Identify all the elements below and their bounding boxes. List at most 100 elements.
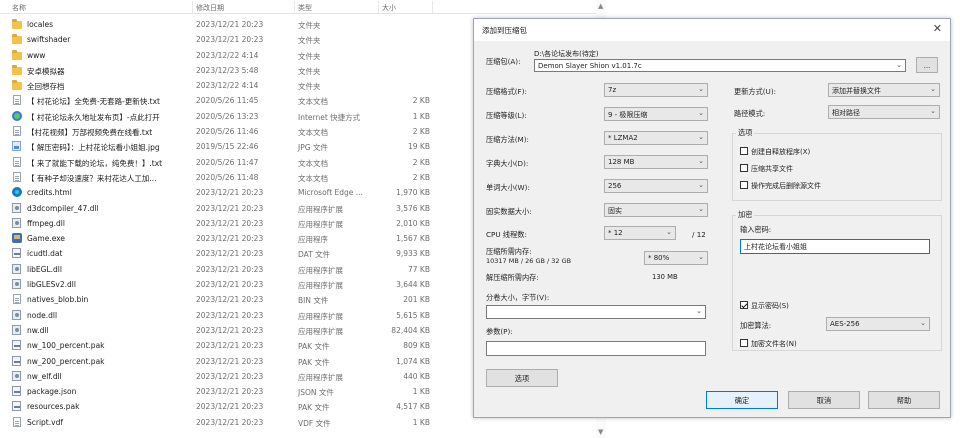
cpu-threads-label: CPU 线程数: [486, 230, 527, 239]
folder-icon [12, 19, 22, 29]
file-name: libEGL.dll [27, 264, 62, 274]
path-mode-select[interactable]: 相对路径 ⌄ [828, 105, 940, 119]
browse-button[interactable]: ... [916, 57, 938, 73]
split-volume-input[interactable]: ⌄ [486, 305, 706, 319]
level-value: 9 - 极限压缩 [608, 111, 648, 119]
chevron-down-icon: ⌄ [698, 85, 704, 93]
file-type: BIN 文件 [298, 296, 329, 306]
file-name: libGLESv2.dll [27, 280, 76, 290]
checkbox-box[interactable] [740, 147, 748, 155]
file-size: 1 KB [412, 111, 430, 121]
split-volume-label: 分卷大小，字节(V): [486, 293, 550, 302]
text-file-icon [13, 416, 21, 427]
edge-html-icon [12, 187, 22, 198]
column-size[interactable]: 大小 [382, 3, 396, 13]
file-date: 2023/12/21 20:23 [196, 203, 264, 213]
scroll-down-icon[interactable]: ▼ [598, 428, 603, 436]
file-name: Game.exe [27, 234, 66, 244]
file-type: 应用程序扩展 [298, 311, 343, 321]
parameters-input[interactable] [486, 341, 706, 356]
file-name: nw_100_percent.pak [27, 341, 105, 351]
delete-after-label: 操作完成后删除源文件 [751, 182, 821, 190]
file-date: 2020/5/26 13:23 [196, 111, 259, 121]
archive-label: 压缩包(A): [486, 57, 521, 66]
file-size: 1,074 KB [396, 356, 430, 366]
update-mode-select[interactable]: 添加并替换文件 ⌄ [828, 83, 940, 97]
path-mode-label: 路径模式: [734, 109, 766, 118]
compress-shared-checkbox[interactable]: 压缩共享文件 [740, 164, 793, 174]
checkbox-box[interactable] [740, 181, 748, 189]
column-date[interactable]: 修改日期 [196, 3, 224, 13]
close-icon[interactable]: ✕ [933, 22, 942, 35]
chevron-down-icon[interactable]: ⌄ [696, 307, 702, 315]
level-select[interactable]: 9 - 极限压缩 ⌄ [604, 107, 708, 121]
chevron-down-icon: ⌄ [930, 107, 936, 115]
folder-icon [12, 64, 22, 75]
file-name: locales [27, 20, 53, 29]
file-size: 2 KB [412, 157, 430, 167]
ok-button[interactable]: 确定 [706, 391, 778, 409]
dll-file-icon [12, 370, 21, 381]
file-name: nw_elf.dll [27, 371, 62, 381]
cancel-button[interactable]: 取消 [788, 391, 860, 409]
chevron-down-icon: ⌄ [930, 85, 936, 93]
format-select[interactable]: 7z ⌄ [604, 83, 708, 97]
dll-file-icon [12, 324, 21, 335]
archive-name-input[interactable]: Demon Slayer Shion v1.01.7c ⌄ [534, 59, 906, 72]
encryption-method-select[interactable]: AES-256 ⌄ [826, 317, 930, 331]
file-date: 2023/12/21 20:23 [196, 310, 264, 320]
options-button[interactable]: 选项 [486, 369, 558, 387]
file-date: 2023/12/21 20:23 [196, 35, 264, 45]
file-date: 2023/12/21 20:23 [196, 356, 264, 366]
parameters-label: 参数(P): [486, 327, 513, 336]
file-date: 2023/12/21 20:23 [196, 417, 264, 427]
file-name: node.dll [27, 310, 58, 320]
password-input[interactable]: 上村花论坛看小姐姐 [740, 239, 930, 254]
encrypt-names-checkbox[interactable]: 加密文件名(N) [740, 339, 797, 349]
file-name: swiftshader [27, 35, 71, 45]
file-name: 【 有种子却没速度？来村花达人工加... [27, 173, 157, 183]
cpu-threads-value: * 12 [608, 229, 623, 237]
path-mode-value: 相对路径 [832, 109, 860, 117]
dialog-titlebar[interactable]: 添加到压缩包 ✕ [474, 19, 950, 41]
checkbox-checked-icon[interactable] [740, 301, 748, 309]
cpu-threads-select[interactable]: * 12 ⌄ [604, 226, 676, 240]
dll-file-icon [12, 202, 21, 213]
show-password-checkbox[interactable]: 显示密码(S) [740, 301, 789, 311]
format-label: 压缩格式(F): [486, 87, 527, 96]
memory-percent-value: * 80% [648, 254, 670, 262]
file-size: 9,933 KB [396, 249, 430, 259]
file-name: 【 村花论坛】全免费-无套路-更新快.txt [27, 97, 160, 107]
solid-block-select[interactable]: 固实 ⌄ [604, 203, 708, 217]
file-type: 应用程序扩展 [298, 326, 343, 336]
dictionary-label: 字典大小(D): [486, 159, 529, 168]
chevron-down-icon: ⌄ [698, 253, 704, 261]
chevron-down-icon[interactable]: ⌄ [896, 61, 902, 69]
pak-file-icon [12, 248, 21, 259]
file-size: 2 KB [412, 96, 430, 106]
file-size: 809 KB [403, 341, 430, 351]
help-button[interactable]: 帮助 [868, 391, 940, 409]
dictionary-value: 128 MB [608, 158, 635, 166]
text-file-icon [13, 126, 21, 137]
delete-after-checkbox[interactable]: 操作完成后删除源文件 [740, 181, 821, 191]
archive-name-value: Demon Slayer Shion v1.01.7c [538, 62, 642, 70]
file-size: 77 KB [408, 264, 430, 274]
file-type: VDF 文件 [298, 418, 331, 428]
file-size: 201 KB [403, 295, 430, 305]
scroll-up-icon[interactable]: ▲ [598, 2, 603, 10]
checkbox-box[interactable] [740, 339, 748, 347]
file-name: natives_blob.bin [27, 295, 89, 305]
image-file-icon [12, 141, 21, 152]
column-type[interactable]: 类型 [298, 3, 312, 13]
file-date: 2020/5/26 11:45 [196, 96, 259, 106]
create-sfx-checkbox[interactable]: 创建自释放程序(X) [740, 147, 810, 157]
file-type: 文本文档 [298, 97, 328, 107]
dictionary-select[interactable]: 128 MB ⌄ [604, 155, 708, 169]
column-name[interactable]: 名称 [12, 3, 26, 13]
method-select[interactable]: * LZMA2 ⌄ [604, 131, 708, 145]
checkbox-box[interactable] [740, 164, 748, 172]
word-size-select[interactable]: 256 ⌄ [604, 179, 708, 193]
pak-file-icon [12, 340, 21, 351]
memory-percent-select[interactable]: * 80% ⌄ [644, 251, 708, 265]
